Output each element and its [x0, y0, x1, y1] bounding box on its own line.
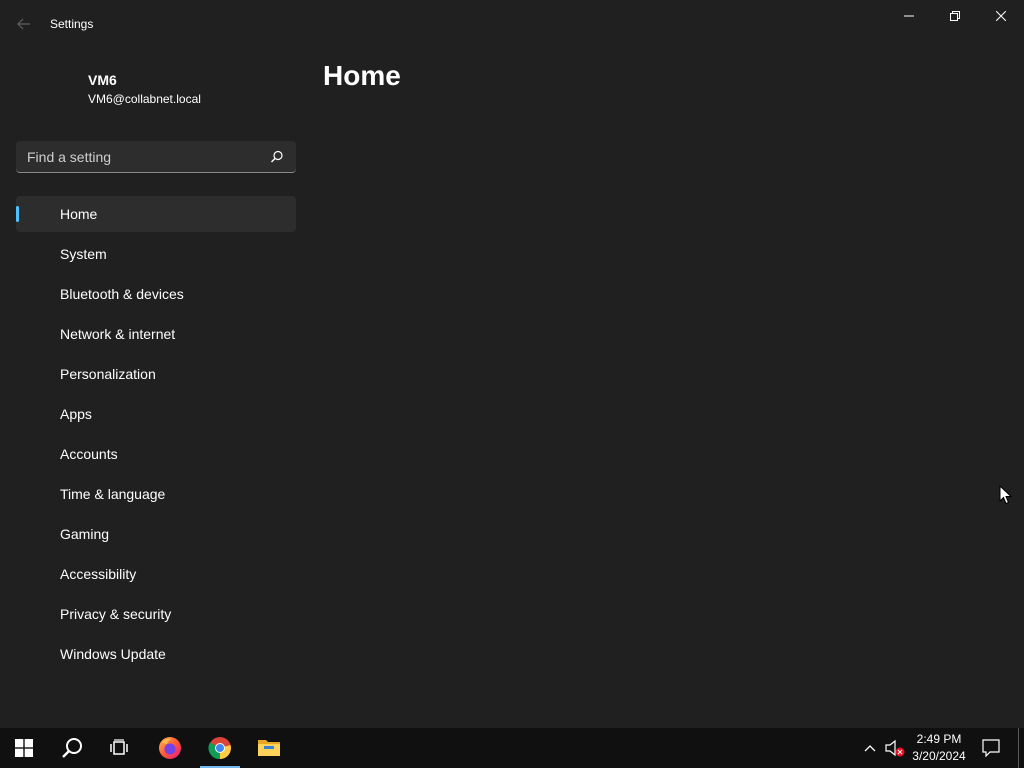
nav-item-label: Time & language: [60, 486, 166, 502]
chevron-up-icon: [864, 745, 876, 752]
clock-time: 2:49 PM: [916, 732, 962, 746]
search-icon[interactable]: [269, 149, 285, 165]
firefox-icon: [159, 737, 181, 759]
app-title: Settings: [50, 17, 94, 31]
nav-item-label: Accessibility: [60, 566, 137, 582]
nav-item-windows-update[interactable]: Windows Update: [16, 636, 296, 672]
taskbar-app-chrome[interactable]: [196, 728, 244, 768]
nav-item-home[interactable]: Home: [16, 196, 296, 232]
back-arrow-icon: [17, 18, 30, 30]
task-view-icon: [110, 739, 128, 755]
settings-window: Settings VM6 VM6@collabnet.local Find a …: [0, 0, 1024, 728]
close-button[interactable]: [978, 0, 1024, 32]
restore-icon: [950, 11, 960, 21]
nav-item-label: System: [60, 246, 107, 262]
nav-item-label: Privacy & security: [60, 606, 172, 622]
nav-item-time-language[interactable]: Time & language: [16, 476, 296, 512]
title-bar: Settings: [0, 0, 1024, 48]
taskbar-app-file-explorer[interactable]: [245, 728, 293, 768]
nav-item-label: Home: [60, 206, 98, 222]
selection-indicator: [16, 206, 19, 222]
taskbar: 2:49 PM 3/20/2024: [0, 728, 1024, 768]
notification-icon: [982, 739, 1000, 757]
user-email: VM6@collabnet.local: [88, 92, 201, 106]
show-desktop-button[interactable]: [1018, 728, 1019, 768]
start-button[interactable]: [0, 728, 48, 768]
nav-item-gaming[interactable]: Gaming: [16, 516, 296, 552]
nav-item-personalization[interactable]: Personalization: [16, 356, 296, 392]
back-button[interactable]: [10, 12, 38, 36]
taskbar-clock[interactable]: 2:49 PM 3/20/2024: [908, 731, 970, 765]
taskbar-search-button[interactable]: [48, 728, 96, 768]
minimize-button[interactable]: [886, 0, 932, 32]
nav-item-apps[interactable]: Apps: [16, 396, 296, 432]
search-input[interactable]: [16, 141, 266, 172]
volume-button[interactable]: [884, 738, 906, 758]
nav-item-accounts[interactable]: Accounts: [16, 436, 296, 472]
clock-date: 3/20/2024: [912, 749, 966, 763]
file-explorer-icon: [258, 740, 280, 756]
mouse-cursor-icon: [999, 485, 1013, 505]
chrome-icon: [208, 737, 231, 760]
nav-item-network-internet[interactable]: Network & internet: [16, 316, 296, 352]
taskbar-app-firefox[interactable]: [146, 728, 194, 768]
user-profile[interactable]: VM6 VM6@collabnet.local: [88, 72, 201, 106]
nav-item-label: Bluetooth & devices: [60, 286, 184, 302]
nav-item-privacy-security[interactable]: Privacy & security: [16, 596, 296, 632]
volume-muted-icon: [885, 739, 905, 757]
nav-item-label: Accounts: [60, 446, 118, 462]
notification-center-button[interactable]: [976, 736, 1006, 760]
restore-button[interactable]: [932, 0, 978, 32]
nav-item-bluetooth-devices[interactable]: Bluetooth & devices: [16, 276, 296, 312]
nav-item-label: Apps: [60, 406, 92, 422]
task-view-button[interactable]: [96, 728, 144, 768]
search-icon: [62, 738, 82, 758]
user-name: VM6: [88, 72, 117, 88]
close-icon: [996, 11, 1006, 21]
show-hidden-icons-button[interactable]: [860, 738, 880, 758]
nav-item-system[interactable]: System: [16, 236, 296, 272]
minimize-icon: [904, 15, 914, 17]
nav-item-label: Gaming: [60, 526, 110, 542]
nav-item-label: Personalization: [60, 366, 156, 382]
search-box: [16, 141, 296, 173]
page-title: Home: [323, 60, 401, 91]
nav-item-label: Network & internet: [60, 326, 176, 342]
navigation-pane: Home System Bluetooth & devices Network …: [16, 196, 296, 676]
start-icon: [15, 739, 33, 757]
nav-item-accessibility[interactable]: Accessibility: [16, 556, 296, 592]
nav-item-label: Windows Update: [60, 646, 166, 662]
